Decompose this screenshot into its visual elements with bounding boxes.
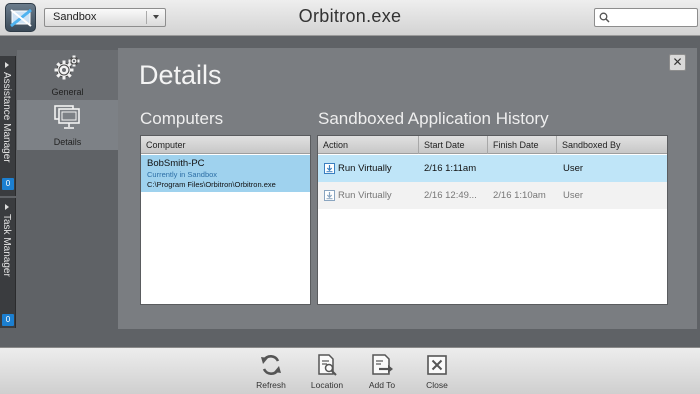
refresh-label: Refresh	[256, 380, 286, 390]
table-row[interactable]: Run Virtually 2/16 1:11am User	[318, 155, 667, 182]
computers-section-title: Computers	[140, 109, 224, 128]
table-row[interactable]: Run Virtually 2/16 12:49... 2/16 1:10am …	[318, 182, 667, 209]
add-to-icon	[372, 354, 393, 375]
close-label: Close	[426, 380, 448, 390]
side-tab-task-manager[interactable]: Task Manager 0	[0, 198, 16, 328]
close-box-icon	[427, 355, 447, 375]
add-to-button[interactable]: Add To	[357, 353, 407, 390]
run-virtually-icon	[324, 190, 335, 201]
nav-item-details[interactable]: Details	[17, 100, 118, 150]
search-icon	[599, 12, 610, 23]
bottom-toolbar: Refresh Location Add To Close	[0, 347, 700, 394]
count-badge: 0	[2, 178, 14, 190]
sandboxed-by-cell: User	[563, 190, 584, 201]
computer-status: Currently in Sandbox	[147, 170, 218, 179]
column-header-computer[interactable]: Computer	[141, 136, 310, 154]
side-tab-assistance-manager[interactable]: Assistance Manager 0	[0, 56, 16, 196]
refresh-button[interactable]: Refresh	[246, 353, 296, 390]
details-panel: Details ✕ Computers Sandboxed Applicatio…	[118, 48, 697, 329]
page-title: Details	[139, 60, 222, 90]
gear-icon	[54, 55, 80, 80]
column-header-finish-date[interactable]: Finish Date	[488, 136, 557, 154]
location-button[interactable]: Location	[302, 353, 352, 390]
title-bar: Sandbox Orbitron.exe	[0, 0, 700, 36]
sandboxed-by-cell: User	[563, 163, 584, 174]
start-date-cell: 2/16 1:11am	[424, 163, 477, 174]
add-to-label: Add To	[368, 380, 396, 390]
location-document-icon	[318, 354, 337, 376]
nav-item-label: General	[51, 87, 84, 97]
table-row[interactable]: BobSmith-PC Currently in Sandbox C:\Prog…	[141, 155, 310, 192]
side-tab-label: Assistance Manager	[1, 72, 12, 163]
computers-table: Computer BobSmith-PC Currently in Sandbo…	[140, 135, 311, 305]
refresh-icon	[261, 355, 281, 375]
count-badge: 0	[2, 314, 14, 326]
history-section-title: Sandboxed Application History	[318, 109, 549, 128]
history-table: Action Start Date Finish Date Sandboxed …	[317, 135, 668, 305]
close-panel-button[interactable]: ✕	[669, 54, 686, 71]
nav-item-general[interactable]: General	[17, 50, 118, 100]
column-header-start-date[interactable]: Start Date	[419, 136, 488, 154]
monitor-windows-icon	[54, 105, 80, 129]
column-header-sandboxed-by[interactable]: Sandboxed By	[557, 136, 667, 154]
search-input[interactable]	[594, 8, 698, 27]
computer-name: BobSmith-PC	[147, 158, 205, 169]
close-button[interactable]: Close	[412, 353, 462, 390]
column-header-action[interactable]: Action	[318, 136, 419, 154]
expand-arrow-icon	[5, 204, 9, 210]
start-date-cell: 2/16 12:49...	[424, 190, 477, 201]
side-tab-label: Task Manager	[1, 214, 12, 277]
computer-path: C:\Program Files\Orbitron\Orbitron.exe	[147, 180, 276, 189]
table-header: Computer	[141, 136, 310, 154]
nav-item-label: Details	[53, 137, 82, 147]
table-header: Action Start Date Finish Date Sandboxed …	[318, 136, 667, 154]
run-virtually-icon	[324, 163, 335, 174]
action-cell: Run Virtually	[338, 163, 392, 174]
expand-arrow-icon	[5, 62, 9, 68]
action-cell: Run Virtually	[338, 190, 392, 201]
finish-date-cell: 2/16 1:10am	[493, 190, 546, 201]
location-label: Location	[310, 380, 344, 390]
